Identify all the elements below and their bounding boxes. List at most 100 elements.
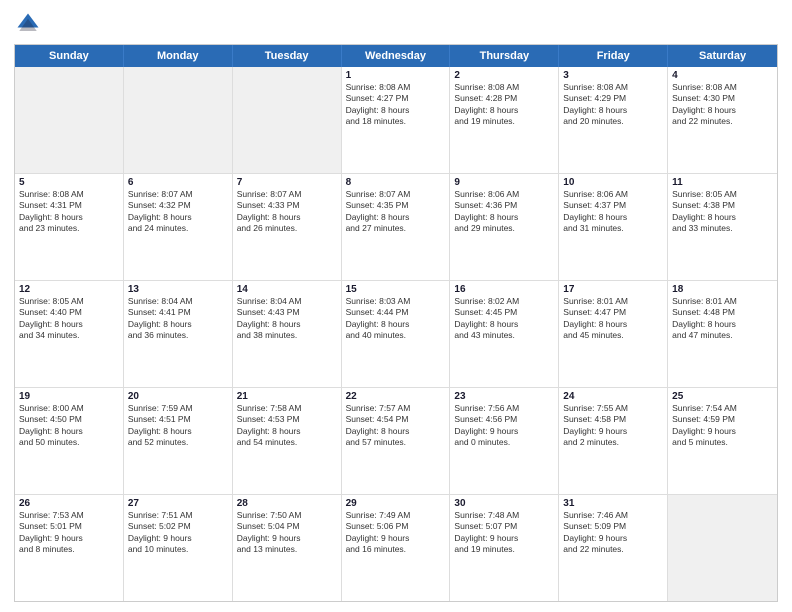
day-info: Sunrise: 8:07 AM Sunset: 4:33 PM Dayligh… xyxy=(237,189,337,235)
weekday-header: Thursday xyxy=(450,45,559,67)
day-number: 28 xyxy=(237,498,337,509)
calendar: SundayMondayTuesdayWednesdayThursdayFrid… xyxy=(14,44,778,602)
day-number: 13 xyxy=(128,284,228,295)
day-number: 20 xyxy=(128,391,228,402)
day-number: 8 xyxy=(346,177,446,188)
day-number: 7 xyxy=(237,177,337,188)
day-number: 16 xyxy=(454,284,554,295)
day-number: 27 xyxy=(128,498,228,509)
calendar-row: 19Sunrise: 8:00 AM Sunset: 4:50 PM Dayli… xyxy=(15,388,777,495)
day-number: 31 xyxy=(563,498,663,509)
day-number: 26 xyxy=(19,498,119,509)
calendar-day-30: 30Sunrise: 7:48 AM Sunset: 5:07 PM Dayli… xyxy=(450,495,559,601)
calendar-day-14: 14Sunrise: 8:04 AM Sunset: 4:43 PM Dayli… xyxy=(233,281,342,387)
weekday-header: Friday xyxy=(559,45,668,67)
day-info: Sunrise: 7:57 AM Sunset: 4:54 PM Dayligh… xyxy=(346,403,446,449)
calendar-day-7: 7Sunrise: 8:07 AM Sunset: 4:33 PM Daylig… xyxy=(233,174,342,280)
calendar-day-25: 25Sunrise: 7:54 AM Sunset: 4:59 PM Dayli… xyxy=(668,388,777,494)
day-number: 10 xyxy=(563,177,663,188)
day-number: 14 xyxy=(237,284,337,295)
calendar-day-12: 12Sunrise: 8:05 AM Sunset: 4:40 PM Dayli… xyxy=(15,281,124,387)
day-number: 4 xyxy=(672,70,773,81)
day-info: Sunrise: 7:55 AM Sunset: 4:58 PM Dayligh… xyxy=(563,403,663,449)
day-number: 23 xyxy=(454,391,554,402)
day-number: 2 xyxy=(454,70,554,81)
calendar-day-10: 10Sunrise: 8:06 AM Sunset: 4:37 PM Dayli… xyxy=(559,174,668,280)
calendar-empty-cell xyxy=(233,67,342,173)
weekday-header: Monday xyxy=(124,45,233,67)
calendar-row: 5Sunrise: 8:08 AM Sunset: 4:31 PM Daylig… xyxy=(15,174,777,281)
day-info: Sunrise: 7:50 AM Sunset: 5:04 PM Dayligh… xyxy=(237,510,337,556)
calendar-day-31: 31Sunrise: 7:46 AM Sunset: 5:09 PM Dayli… xyxy=(559,495,668,601)
day-info: Sunrise: 8:00 AM Sunset: 4:50 PM Dayligh… xyxy=(19,403,119,449)
day-number: 29 xyxy=(346,498,446,509)
logo-icon xyxy=(14,10,42,38)
weekday-header: Sunday xyxy=(15,45,124,67)
weekday-header: Tuesday xyxy=(233,45,342,67)
day-info: Sunrise: 8:03 AM Sunset: 4:44 PM Dayligh… xyxy=(346,296,446,342)
calendar-header: SundayMondayTuesdayWednesdayThursdayFrid… xyxy=(15,45,777,67)
calendar-day-6: 6Sunrise: 8:07 AM Sunset: 4:32 PM Daylig… xyxy=(124,174,233,280)
calendar-empty-cell xyxy=(124,67,233,173)
day-info: Sunrise: 7:54 AM Sunset: 4:59 PM Dayligh… xyxy=(672,403,773,449)
calendar-day-13: 13Sunrise: 8:04 AM Sunset: 4:41 PM Dayli… xyxy=(124,281,233,387)
calendar-day-26: 26Sunrise: 7:53 AM Sunset: 5:01 PM Dayli… xyxy=(15,495,124,601)
day-number: 6 xyxy=(128,177,228,188)
day-number: 18 xyxy=(672,284,773,295)
day-info: Sunrise: 8:08 AM Sunset: 4:30 PM Dayligh… xyxy=(672,82,773,128)
day-info: Sunrise: 7:58 AM Sunset: 4:53 PM Dayligh… xyxy=(237,403,337,449)
calendar-day-4: 4Sunrise: 8:08 AM Sunset: 4:30 PM Daylig… xyxy=(668,67,777,173)
weekday-header: Saturday xyxy=(668,45,777,67)
calendar-day-28: 28Sunrise: 7:50 AM Sunset: 5:04 PM Dayli… xyxy=(233,495,342,601)
calendar-day-24: 24Sunrise: 7:55 AM Sunset: 4:58 PM Dayli… xyxy=(559,388,668,494)
page: SundayMondayTuesdayWednesdayThursdayFrid… xyxy=(0,0,792,612)
calendar-day-16: 16Sunrise: 8:02 AM Sunset: 4:45 PM Dayli… xyxy=(450,281,559,387)
calendar-row: 1Sunrise: 8:08 AM Sunset: 4:27 PM Daylig… xyxy=(15,67,777,174)
day-number: 11 xyxy=(672,177,773,188)
calendar-body: 1Sunrise: 8:08 AM Sunset: 4:27 PM Daylig… xyxy=(15,67,777,601)
day-number: 19 xyxy=(19,391,119,402)
day-number: 3 xyxy=(563,70,663,81)
day-info: Sunrise: 8:08 AM Sunset: 4:29 PM Dayligh… xyxy=(563,82,663,128)
day-info: Sunrise: 7:59 AM Sunset: 4:51 PM Dayligh… xyxy=(128,403,228,449)
day-info: Sunrise: 8:08 AM Sunset: 4:28 PM Dayligh… xyxy=(454,82,554,128)
day-number: 15 xyxy=(346,284,446,295)
day-number: 25 xyxy=(672,391,773,402)
day-info: Sunrise: 8:06 AM Sunset: 4:36 PM Dayligh… xyxy=(454,189,554,235)
day-info: Sunrise: 7:48 AM Sunset: 5:07 PM Dayligh… xyxy=(454,510,554,556)
calendar-row: 26Sunrise: 7:53 AM Sunset: 5:01 PM Dayli… xyxy=(15,495,777,601)
calendar-day-20: 20Sunrise: 7:59 AM Sunset: 4:51 PM Dayli… xyxy=(124,388,233,494)
day-number: 5 xyxy=(19,177,119,188)
calendar-day-1: 1Sunrise: 8:08 AM Sunset: 4:27 PM Daylig… xyxy=(342,67,451,173)
day-number: 12 xyxy=(19,284,119,295)
header xyxy=(14,10,778,38)
day-number: 24 xyxy=(563,391,663,402)
day-info: Sunrise: 8:07 AM Sunset: 4:35 PM Dayligh… xyxy=(346,189,446,235)
calendar-day-2: 2Sunrise: 8:08 AM Sunset: 4:28 PM Daylig… xyxy=(450,67,559,173)
calendar-day-22: 22Sunrise: 7:57 AM Sunset: 4:54 PM Dayli… xyxy=(342,388,451,494)
day-info: Sunrise: 7:56 AM Sunset: 4:56 PM Dayligh… xyxy=(454,403,554,449)
weekday-header: Wednesday xyxy=(342,45,451,67)
calendar-day-3: 3Sunrise: 8:08 AM Sunset: 4:29 PM Daylig… xyxy=(559,67,668,173)
day-info: Sunrise: 8:08 AM Sunset: 4:27 PM Dayligh… xyxy=(346,82,446,128)
calendar-day-5: 5Sunrise: 8:08 AM Sunset: 4:31 PM Daylig… xyxy=(15,174,124,280)
day-number: 1 xyxy=(346,70,446,81)
calendar-empty-cell xyxy=(668,495,777,601)
day-info: Sunrise: 8:01 AM Sunset: 4:48 PM Dayligh… xyxy=(672,296,773,342)
day-info: Sunrise: 8:05 AM Sunset: 4:38 PM Dayligh… xyxy=(672,189,773,235)
day-info: Sunrise: 8:02 AM Sunset: 4:45 PM Dayligh… xyxy=(454,296,554,342)
day-info: Sunrise: 7:49 AM Sunset: 5:06 PM Dayligh… xyxy=(346,510,446,556)
calendar-day-27: 27Sunrise: 7:51 AM Sunset: 5:02 PM Dayli… xyxy=(124,495,233,601)
day-info: Sunrise: 8:01 AM Sunset: 4:47 PM Dayligh… xyxy=(563,296,663,342)
day-number: 30 xyxy=(454,498,554,509)
calendar-row: 12Sunrise: 8:05 AM Sunset: 4:40 PM Dayli… xyxy=(15,281,777,388)
calendar-day-17: 17Sunrise: 8:01 AM Sunset: 4:47 PM Dayli… xyxy=(559,281,668,387)
day-info: Sunrise: 7:51 AM Sunset: 5:02 PM Dayligh… xyxy=(128,510,228,556)
day-number: 9 xyxy=(454,177,554,188)
day-info: Sunrise: 8:07 AM Sunset: 4:32 PM Dayligh… xyxy=(128,189,228,235)
calendar-day-23: 23Sunrise: 7:56 AM Sunset: 4:56 PM Dayli… xyxy=(450,388,559,494)
day-number: 21 xyxy=(237,391,337,402)
calendar-day-11: 11Sunrise: 8:05 AM Sunset: 4:38 PM Dayli… xyxy=(668,174,777,280)
day-info: Sunrise: 8:04 AM Sunset: 4:41 PM Dayligh… xyxy=(128,296,228,342)
calendar-day-18: 18Sunrise: 8:01 AM Sunset: 4:48 PM Dayli… xyxy=(668,281,777,387)
